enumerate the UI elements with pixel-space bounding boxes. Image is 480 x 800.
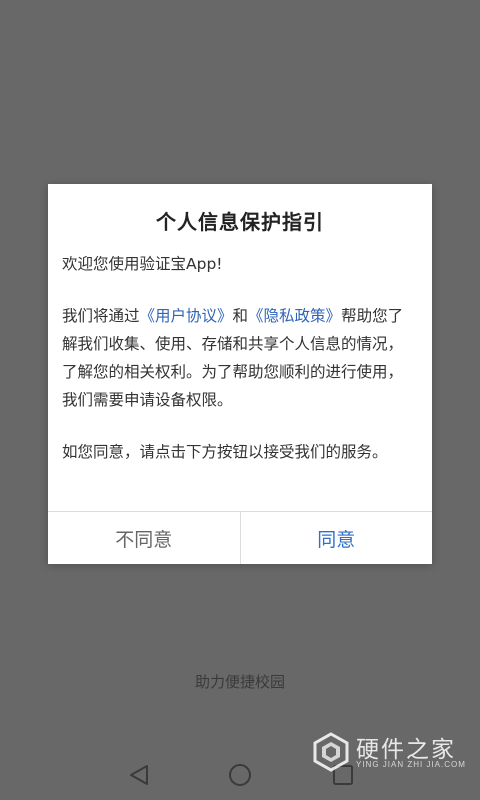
watermark-sub: YING JIAN ZHI JIA.COM: [356, 760, 466, 769]
agreement-paragraph: 我们将通过《用户协议》和《隐私政策》帮助您了解我们收集、使用、存储和共享个人信息…: [62, 302, 412, 414]
agreement-text-and: 和: [232, 307, 249, 325]
home-circle-icon[interactable]: [227, 762, 253, 788]
agree-button[interactable]: 同意: [240, 512, 432, 564]
footer-tagline: 助力便捷校园: [194, 673, 285, 691]
dialog-body: 欢迎您使用验证宝App! 我们将通过《用户协议》和《隐私政策》帮助您了解我们收集…: [62, 250, 412, 466]
user-agreement-link[interactable]: 《用户协议》: [140, 307, 233, 325]
watermark: 硬件之家 YING JIAN ZHI JIA.COM: [310, 728, 470, 778]
agreement-text-prefix: 我们将通过: [62, 307, 140, 325]
dialog-buttons: 不同意 同意: [48, 511, 432, 564]
welcome-text: 欢迎您使用验证宝App!: [62, 255, 223, 273]
consent-text: 如您同意，请点击下方按钮以接受我们的服务。: [62, 443, 388, 461]
watermark-logo-icon: [312, 732, 350, 772]
back-triangle-icon[interactable]: [126, 762, 152, 788]
privacy-dialog: 个人信息保护指引 欢迎您使用验证宝App! 我们将通过《用户协议》和《隐私政策》…: [48, 184, 432, 564]
screen: 个人信息保护指引 欢迎您使用验证宝App! 我们将通过《用户协议》和《隐私政策》…: [0, 0, 480, 800]
dialog-title: 个人信息保护指引: [156, 210, 324, 234]
disagree-button[interactable]: 不同意: [48, 512, 241, 564]
privacy-policy-link[interactable]: 《隐私政策》: [248, 307, 341, 325]
watermark-brand: 硬件之家: [356, 737, 456, 763]
